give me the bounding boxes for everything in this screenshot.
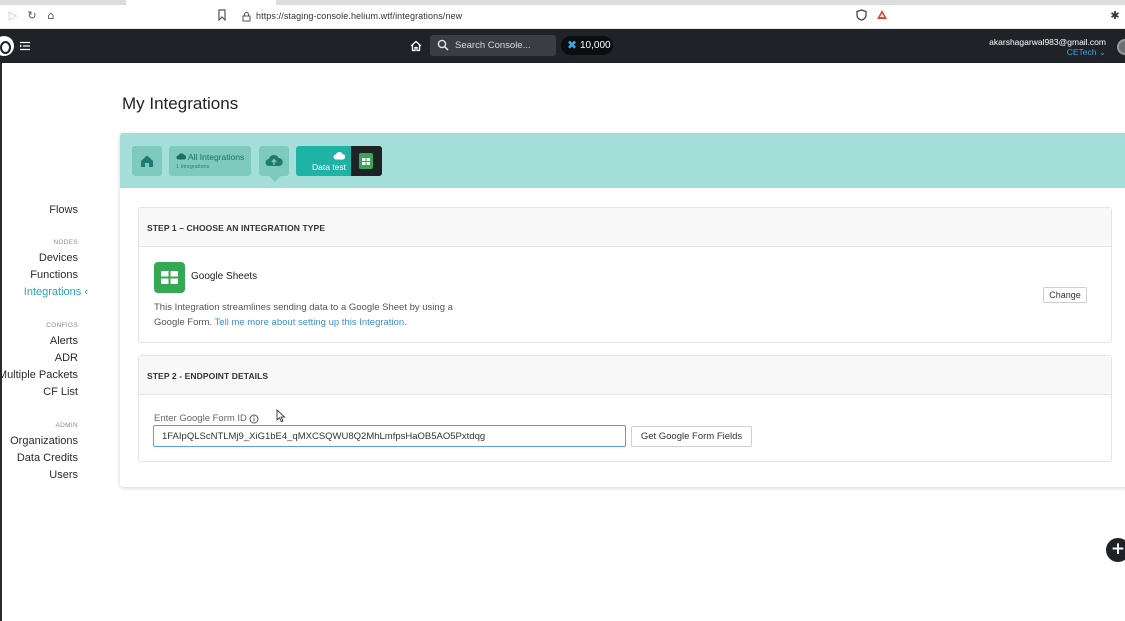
google-form-id-input[interactable] xyxy=(153,425,626,447)
back-icon[interactable]: ▷ xyxy=(6,9,20,23)
google-sheets-icon xyxy=(154,262,185,293)
sidebar-item-cf-list[interactable]: CF List xyxy=(43,386,78,398)
url-text: https://staging-console.helium.wtf/integ… xyxy=(256,11,463,21)
step-1-panel: STEP 1 – CHOOSE AN INTEGRATION TYPE Goog… xyxy=(138,207,1112,343)
menu-toggle-icon[interactable] xyxy=(20,41,30,51)
lock-icon xyxy=(242,12,251,22)
search-console-input[interactable]: Search Console... xyxy=(430,35,556,56)
sidebar-item-adr[interactable]: ADR xyxy=(55,352,78,364)
chevron-left-icon: ‹ xyxy=(84,286,88,298)
learn-more-link[interactable]: Tell me more about setting up this Integ… xyxy=(215,317,407,328)
sidebar-item-multiple-packets[interactable]: Multiple Packets xyxy=(0,369,78,381)
credits-icon: ✖ xyxy=(567,38,578,52)
breadcrumb-current-integration[interactable]: Data test xyxy=(296,146,382,176)
chevron-down-icon: ⌄ xyxy=(1098,47,1106,57)
cloud-icon xyxy=(176,153,186,160)
user-email[interactable]: akarshagarwal983@gmail.com xyxy=(989,37,1106,47)
breadcrumb-all-integrations[interactable]: All Integrations 1 Integrations xyxy=(169,146,251,176)
google-sheets-badge xyxy=(351,146,382,176)
credits-value: 10,000 xyxy=(580,40,611,51)
get-google-form-fields-button[interactable]: Get Google Form Fields xyxy=(631,426,752,447)
shield-icon[interactable] xyxy=(854,9,868,23)
search-placeholder: Search Console... xyxy=(455,40,531,51)
page-title: My Integrations xyxy=(122,94,239,113)
data-credits-badge[interactable]: ✖ 10,000 xyxy=(561,36,613,55)
home-icon xyxy=(141,155,153,167)
breadcrumb-add-integration[interactable] xyxy=(259,146,289,182)
reload-icon[interactable]: ↻ xyxy=(25,9,39,23)
app-header: Search Console... ✖ 10,000 akarshagarwal… xyxy=(0,29,1125,63)
breadcrumb-all-label: All Integrations xyxy=(188,152,245,162)
sidebar-section-configs: CONFIGS xyxy=(46,322,78,329)
breadcrumb-current-label: Data test xyxy=(312,162,347,172)
add-floating-button[interactable]: + xyxy=(1106,538,1125,562)
sidebar-item-alerts[interactable]: Alerts xyxy=(50,335,78,347)
warning-icon[interactable] xyxy=(875,9,889,23)
google-form-id-label: Enter Google Form ID xyxy=(154,413,247,424)
avatar[interactable] xyxy=(1117,39,1125,55)
home-icon[interactable] xyxy=(409,39,423,53)
integration-card: All Integrations 1 Integrations Data tes… xyxy=(120,133,1125,487)
sidebar-nav: Flows NODES Devices Functions Integratio… xyxy=(0,63,100,621)
change-button[interactable]: Change xyxy=(1043,287,1087,303)
bookmark-icon[interactable] xyxy=(215,9,229,23)
plus-icon: + xyxy=(1110,539,1125,559)
sidebar-item-data-credits[interactable]: Data Credits xyxy=(17,452,78,464)
sidebar-item-organizations[interactable]: Organizations xyxy=(10,435,78,447)
integration-type-name: Google Sheets xyxy=(191,271,258,282)
breadcrumb-home[interactable] xyxy=(132,146,162,176)
step-1-header: STEP 1 – CHOOSE AN INTEGRATION TYPE xyxy=(139,208,1111,247)
sidebar-section-nodes: NODES xyxy=(53,239,78,246)
breadcrumb-count: 1 Integrations xyxy=(176,164,210,170)
integration-description: This Integration streamlines sending dat… xyxy=(154,300,474,330)
breadcrumb: All Integrations 1 Integrations Data tes… xyxy=(120,133,1125,188)
sidebar-item-integrations[interactable]: Integrations ‹ xyxy=(24,286,88,298)
sidebar-section-admin: ADMIN xyxy=(55,422,78,429)
sidebar-item-label: Integrations xyxy=(23,286,82,298)
sidebar-item-devices[interactable]: Devices xyxy=(39,252,78,264)
step-1-title: STEP 1 – CHOOSE AN INTEGRATION TYPE xyxy=(147,223,326,233)
helium-logo-icon[interactable] xyxy=(0,36,14,56)
mouse-cursor-icon xyxy=(276,409,286,423)
cloud-upload-icon xyxy=(265,154,283,166)
extensions-icon[interactable]: ✱ xyxy=(1108,9,1122,23)
info-icon[interactable] xyxy=(249,414,259,424)
search-icon xyxy=(437,39,449,51)
step-2-header: STEP 2 - ENDPOINT DETAILS xyxy=(139,356,1111,395)
sidebar-item-functions[interactable]: Functions xyxy=(30,269,78,281)
org-switcher[interactable]: CETech ⌄ xyxy=(1067,47,1106,58)
step-2-title: STEP 2 - ENDPOINT DETAILS xyxy=(147,371,269,381)
cloud-icon xyxy=(333,152,345,160)
sidebar-item-users[interactable]: Users xyxy=(49,469,78,481)
browser-address-bar: ▷ ↻ ⌂ https://staging-console.helium.wtf… xyxy=(0,5,1125,29)
url-field[interactable]: https://staging-console.helium.wtf/integ… xyxy=(236,8,850,26)
google-sheets-icon xyxy=(359,153,373,169)
home-browser-icon[interactable]: ⌂ xyxy=(44,9,58,23)
sidebar-item-flows[interactable]: Flows xyxy=(49,204,78,216)
org-name: CETech xyxy=(1066,47,1097,57)
